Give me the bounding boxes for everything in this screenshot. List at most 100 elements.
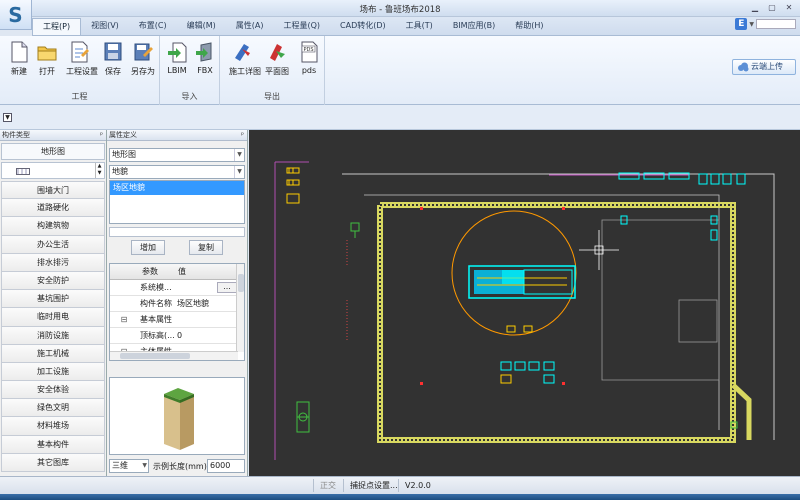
collapse-icon[interactable]: ⊟ [110,312,138,327]
project-settings-button[interactable]: 工程设置 [66,39,98,83]
chevron-down-icon[interactable]: ▼ [234,166,244,178]
site-layout-drawing [274,161,775,460]
tab-layout[interactable]: 布置(C) [129,18,177,35]
chevron-down-icon[interactable]: ▼ [142,460,147,472]
grid-header: 参数 值 [110,264,238,280]
copy-button[interactable]: 复制 [189,240,223,255]
terrain-type-select[interactable]: 地形图 ▼ [109,148,245,162]
close-icon[interactable]: ✕ [782,2,796,13]
export-detail-drawing-button[interactable]: 施工详图 [229,39,261,83]
table-row[interactable]: ⊟ 基本属性 [110,312,238,328]
category-item[interactable]: 道路硬化 [1,199,105,218]
new-button[interactable]: 新建 [6,39,32,83]
save-button[interactable]: 保存 [100,39,126,83]
import-fbx-button[interactable]: FBX [192,39,218,83]
help-e-icon[interactable]: E [735,18,748,30]
category-item[interactable]: 施工机械 [1,344,105,363]
table-row[interactable]: 系统模... ... [110,280,238,296]
tab-cad[interactable]: CAD转化(D) [330,18,396,35]
export-plan-icon [270,44,285,61]
chevron-down-icon[interactable]: ▼ [234,149,244,161]
cloud-upload-button[interactable]: 云端上传 [732,59,796,75]
preview-toolbar: 三维 ▼ 示例长度(mm): 6000 [109,459,245,474]
add-button[interactable]: 增加 [131,240,165,255]
category-item[interactable]: 基本构件 [1,435,105,454]
group-label-import: 导入 [181,92,198,101]
help-search-input[interactable] [756,19,796,29]
pin-icon[interactable]: ᵖ [100,130,103,140]
customize-toolbar-icon[interactable]: ▼ [3,113,12,122]
type-select[interactable]: 地形图 [1,143,105,160]
browse-button[interactable]: ... [217,282,237,293]
table-row[interactable]: 构件名称 场区地貌 [110,296,238,312]
scroll-thumb[interactable] [238,274,244,292]
table-row[interactable]: 顶标高(... 0 [110,328,238,344]
panel-title: 属性定义 [109,131,137,139]
menu-bar: 工程(P) 视图(V) 布置(C) 编辑(M) 属性(A) 工程量(Q) CAD… [32,17,800,36]
category-item[interactable]: 办公生活 [1,235,105,254]
list-item[interactable]: 场区地貌 [110,181,244,195]
horizontal-scrollbar[interactable] [110,351,238,360]
category-list: 围墙大门 道路硬化 构建筑物 办公生活 排水排污 安全防护 基坑围护 临时用电 消防设施 施工机械… [0,181,106,472]
os-taskbar [0,494,800,500]
minimize-icon[interactable]: ▁ [748,2,762,13]
component-list: 场区地貌 [109,180,245,224]
terrain-thumbnail-icon [16,168,30,175]
landform-select[interactable]: 地貌 ▼ [109,165,245,179]
open-button[interactable]: 打开 [34,39,60,83]
app-logo-icon[interactable]: S [0,0,32,30]
category-item[interactable]: 基坑围护 [1,290,105,309]
title-bar: 场布 - 鲁班场布2018 ▁ ▢ ✕ [0,0,800,17]
view-mode-select[interactable]: 三维 ▼ [109,459,149,473]
category-item[interactable]: 构建筑物 [1,217,105,236]
column-header-param: 参数 [142,267,158,276]
category-item[interactable]: 消防设施 [1,326,105,345]
maximize-icon[interactable]: ▢ [765,2,779,13]
panel-header: 属性定义 ᵖ [107,130,247,141]
category-item[interactable]: 排水排污 [1,253,105,272]
ribbon-group-project: 新建 打开 工程设置 保存 另存为 工程 [0,36,160,105]
folder-icon [37,46,57,61]
tab-property[interactable]: 属性(A) [226,18,274,35]
export-pds-button[interactable]: PDS pds [296,39,322,83]
import-lbim-button[interactable]: LBIM [164,39,190,83]
export-detail-icon [235,44,250,61]
spinner-arrows-icon[interactable]: ▲ ▼ [95,163,103,178]
terrain-block-icon [164,388,194,450]
save-disk-icon [104,42,122,61]
ortho-toggle[interactable]: 正交 [313,479,342,492]
vertical-scrollbar[interactable] [236,264,244,352]
pin-icon[interactable]: ᵖ [241,130,244,140]
column-header-value: 值 [178,267,186,276]
tab-bim[interactable]: BIM应用(B) [443,18,505,35]
snap-settings-button[interactable]: 捕捉点设置... [343,479,404,492]
version-label: V2.0.0 [398,479,437,492]
tab-help[interactable]: 帮助(H) [505,18,553,35]
name-field[interactable] [109,227,245,237]
cloud-upload-label: 云端上传 [751,62,783,71]
drawing-canvas[interactable] [249,130,800,476]
category-item[interactable]: 临时用电 [1,308,105,327]
chevron-down-icon[interactable]: ▼ [749,21,754,28]
tab-quantity[interactable]: 工程量(Q) [274,18,331,35]
category-item[interactable]: 材料堆场 [1,417,105,436]
group-label-project: 工程 [71,92,88,101]
sample-length-input[interactable]: 6000 [207,459,245,473]
category-item[interactable]: 绿色文明 [1,399,105,418]
category-item[interactable]: 安全防护 [1,271,105,291]
save-as-button[interactable]: 另存为 [130,39,156,83]
tab-project[interactable]: 工程(P) [32,18,82,35]
scroll-thumb[interactable] [120,353,190,359]
tab-view[interactable]: 视图(V) [81,18,129,35]
category-item[interactable]: 围墙大门 [1,181,105,200]
tab-edit[interactable]: 编辑(M) [177,18,226,35]
import-fbx-icon [196,42,212,62]
tab-tools[interactable]: 工具(T) [396,18,443,35]
3d-preview[interactable] [109,377,245,455]
import-lbim-icon [168,42,187,63]
category-item[interactable]: 加工设施 [1,362,105,382]
category-item[interactable]: 其它图库 [1,453,105,472]
type-preview-spinner[interactable]: ▲ ▼ [1,162,105,179]
export-plan-button[interactable]: 平面图 [264,39,290,83]
category-item[interactable]: 安全体验 [1,381,105,400]
